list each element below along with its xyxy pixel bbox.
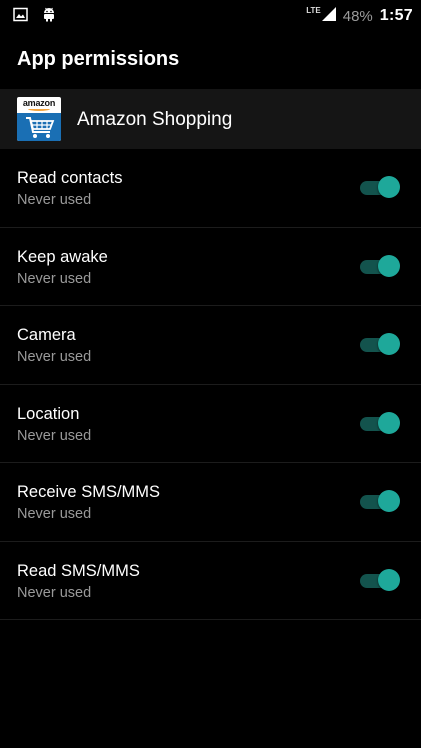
cart-icon [17, 113, 61, 141]
read-contacts-toggle[interactable] [360, 175, 400, 199]
permission-status: Never used [17, 584, 92, 601]
permission-status: Never used [17, 192, 92, 208]
permission-status: Never used [17, 270, 92, 287]
receive-sms-toggle[interactable] [360, 489, 400, 513]
app-header: amazon Amazon Shopping [0, 89, 421, 149]
permission-row-receive-sms[interactable]: Receive SMS/MMS Never used [0, 463, 421, 542]
permission-row-keep-awake[interactable]: Keep awake Never used [0, 228, 421, 306]
permission-status: Never used [17, 427, 92, 444]
battery-percentage: 48% [342, 7, 373, 25]
location-toggle[interactable] [360, 411, 400, 435]
image-notification-icon [13, 7, 28, 27]
app-name: Amazon Shopping [77, 109, 233, 130]
clock: 1:57 [379, 7, 413, 24]
permission-row-read-contacts[interactable]: Read contacts Never used [0, 149, 421, 228]
keep-awake-toggle[interactable] [360, 254, 400, 278]
permission-row-camera[interactable]: Camera Never used [0, 306, 421, 385]
permission-status: Never used [17, 349, 92, 365]
amazon-smile-icon [28, 107, 50, 111]
android-debug-icon [42, 6, 56, 27]
permission-label: Keep awake [17, 247, 108, 266]
permission-row-read-sms[interactable]: Read SMS/MMS Never used [0, 542, 421, 620]
permission-label: Read contacts [17, 169, 123, 187]
permission-row-location[interactable]: Location Never used [0, 385, 421, 463]
notification-icons [13, 6, 56, 27]
permission-status: Never used [17, 506, 92, 522]
page-title: App permissions [17, 48, 180, 70]
amazon-app-icon: amazon [17, 97, 61, 141]
read-sms-toggle[interactable] [360, 568, 400, 592]
permission-label: Camera [17, 326, 76, 344]
lte-indicator: LTE [306, 6, 321, 15]
permission-label: Receive SMS/MMS [17, 483, 161, 501]
status-bar: LTE 48% 1:57 [0, 0, 421, 30]
camera-toggle[interactable] [360, 332, 400, 356]
permission-label: Read SMS/MMS [17, 561, 140, 580]
system-status: LTE 48% 1:57 [306, 2, 413, 30]
signal-icon [321, 6, 337, 27]
app-bar: App permissions [0, 30, 421, 89]
permission-label: Location [17, 404, 80, 423]
permission-list: Read contacts Never used Keep awake Neve… [0, 149, 421, 620]
